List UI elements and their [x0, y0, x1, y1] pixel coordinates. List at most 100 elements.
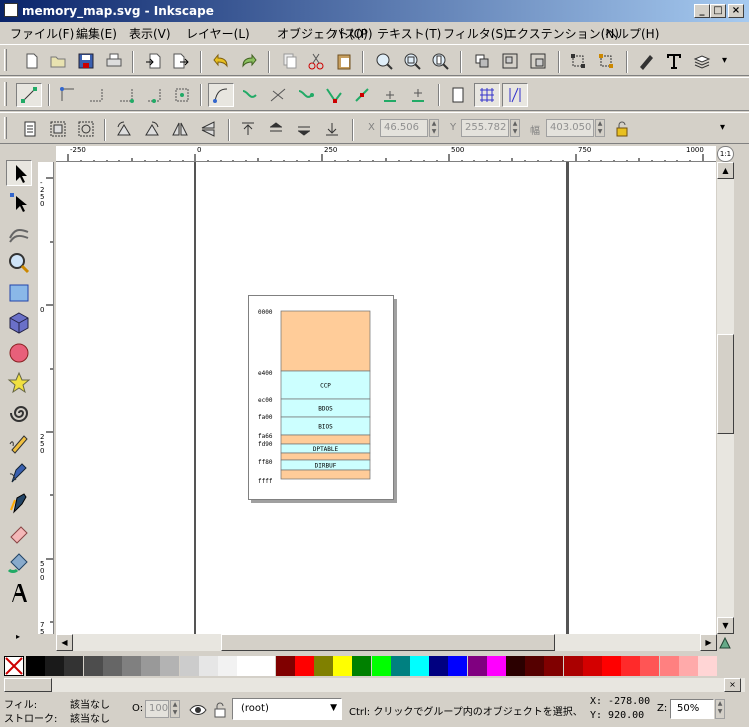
x-field[interactable]: 46.506 — [380, 119, 428, 137]
scroll-down-button[interactable]: ▼ — [717, 617, 734, 634]
zoom-page-icon[interactable] — [430, 51, 450, 71]
maximize-button[interactable]: □ — [710, 4, 726, 18]
color-swatch[interactable] — [275, 656, 295, 676]
inkscape-app-icon[interactable] — [4, 3, 18, 17]
pen-tool-icon[interactable] — [6, 460, 32, 486]
horizontal-ruler[interactable]: -250 0 250 500 750 1000 — [56, 146, 716, 162]
color-swatch[interactable] — [352, 656, 372, 676]
snap-nodes-icon[interactable] — [208, 83, 234, 107]
color-swatch[interactable] — [160, 656, 180, 676]
color-swatch[interactable] — [256, 656, 276, 676]
memory-map-drawing[interactable]: CCP BDOS BIOS DPTABLE DIRBUF 0000 e400 ec00 fa0… — [248, 295, 398, 505]
color-swatch[interactable] — [698, 656, 717, 676]
align-icon[interactable] — [568, 51, 588, 71]
tweak-tool-icon[interactable] — [6, 220, 32, 246]
flip-horizontal-icon[interactable] — [170, 119, 190, 139]
color-swatch[interactable] — [640, 656, 660, 676]
flip-vertical-icon[interactable] — [198, 119, 218, 139]
horizontal-scrollbar[interactable]: ◀ ▶ — [56, 634, 717, 651]
drawing-canvas[interactable]: CCP BDOS BIOS DPTABLE DIRBUF 0000 e400 ec00 fa0… — [56, 162, 716, 634]
export-icon[interactable] — [170, 51, 190, 71]
fill-value[interactable]: 該当なし — [70, 696, 110, 711]
chevron-down-icon[interactable]: ▼ — [330, 703, 337, 713]
raise-to-top-icon[interactable] — [238, 119, 258, 139]
zoom-correction-indicator[interactable]: 1:1 — [717, 146, 734, 162]
color-swatch[interactable] — [102, 656, 122, 676]
layers-icon[interactable] — [692, 51, 712, 71]
color-swatch[interactable] — [179, 656, 199, 676]
scroll-up-button[interactable]: ▲ — [717, 162, 734, 179]
opacity-field[interactable]: 100 — [145, 700, 169, 718]
color-swatch[interactable] — [506, 656, 525, 676]
group-icon[interactable] — [472, 51, 492, 71]
pencil-tool-icon[interactable] — [6, 430, 32, 456]
snap-guides-icon[interactable] — [502, 83, 528, 107]
color-swatch[interactable] — [83, 656, 103, 676]
color-swatch[interactable] — [64, 656, 84, 676]
color-swatch[interactable] — [371, 656, 391, 676]
import-icon[interactable] — [144, 51, 164, 71]
color-swatch[interactable] — [390, 656, 410, 676]
calligraphy-tool-icon[interactable] — [6, 490, 32, 516]
open-folder-icon[interactable] — [48, 51, 68, 71]
transform-icon[interactable] — [596, 51, 616, 71]
color-swatch[interactable] — [410, 656, 429, 676]
snap-paths-icon[interactable] — [240, 85, 260, 105]
menu-view[interactable]: 表示(V) — [129, 25, 171, 42]
layer-lock-icon[interactable] — [210, 700, 230, 720]
snap-page-border-icon[interactable] — [448, 85, 468, 105]
menu-edit[interactable]: 編集(E) — [76, 25, 117, 42]
color-swatch[interactable] — [467, 656, 487, 676]
width-field[interactable]: 403.050 — [546, 119, 594, 137]
color-swatch[interactable] — [448, 656, 468, 676]
menu-file[interactable]: ファイル(F) — [10, 25, 74, 42]
select-all-layers-icon[interactable] — [48, 119, 68, 139]
palette-scroll-thumb[interactable] — [4, 678, 52, 692]
tool-controls-overflow[interactable]: ▾ — [720, 122, 725, 133]
deselect-icon[interactable] — [76, 119, 96, 139]
snap-rotation-center-icon[interactable] — [408, 85, 428, 105]
ungroup-icon[interactable] — [500, 51, 520, 71]
color-swatch[interactable] — [45, 656, 65, 676]
palette-menu-button[interactable]: × — [724, 678, 741, 692]
color-swatch[interactable] — [563, 656, 583, 676]
paste-icon[interactable] — [334, 51, 354, 71]
toolbox-overflow[interactable]: ▸ — [16, 632, 20, 641]
snap-toggle-icon[interactable] — [16, 83, 42, 107]
scroll-left-button[interactable]: ◀ — [56, 634, 73, 651]
color-swatch[interactable] — [122, 656, 141, 676]
menu-extensions[interactable]: エクステンション(N) — [505, 25, 619, 42]
zoom-spin-arrows[interactable]: ▲ ▼ — [715, 699, 725, 719]
snap-bbox-edge-icon[interactable] — [86, 85, 106, 105]
color-swatch[interactable] — [659, 656, 679, 676]
snap-bbox-midpoint-icon[interactable] — [144, 85, 164, 105]
snap-grid-icon[interactable] — [474, 83, 500, 107]
paint-bucket-tool-icon[interactable] — [6, 550, 32, 576]
node-tool-icon[interactable] — [6, 190, 32, 216]
scroll-right-button[interactable]: ▶ — [700, 634, 717, 651]
color-swatch[interactable] — [198, 656, 218, 676]
menu-text[interactable]: テキスト(T) — [377, 25, 441, 42]
layer-visibility-eye-icon[interactable] — [188, 700, 208, 720]
opacity-spin-arrows[interactable]: ▲ ▼ — [170, 700, 180, 718]
toolbar-grip[interactable] — [4, 82, 7, 106]
rectangle-tool-icon[interactable] — [6, 280, 32, 306]
color-swatch[interactable] — [237, 656, 257, 676]
memory-block[interactable] — [280, 310, 371, 372]
memory-block[interactable] — [280, 452, 371, 461]
menu-help[interactable]: ヘルプ(H) — [605, 25, 659, 42]
rotate-cw-icon[interactable] — [142, 119, 162, 139]
snap-midpoints-icon[interactable] — [352, 85, 372, 105]
memory-block[interactable] — [280, 469, 371, 480]
width-spin-arrows[interactable]: ▲ ▼ — [595, 119, 605, 137]
raise-icon[interactable] — [266, 119, 286, 139]
snap-object-center-icon[interactable] — [380, 85, 400, 105]
color-swatch[interactable] — [218, 656, 237, 676]
snap-cusp-nodes-icon[interactable] — [324, 85, 344, 105]
lower-icon[interactable] — [294, 119, 314, 139]
snap-smooth-nodes-icon[interactable] — [296, 85, 316, 105]
lock-icon[interactable] — [612, 119, 632, 139]
vertical-ruler[interactable]: -250 0 250 500 750 — [38, 162, 54, 634]
toolbar-grip[interactable] — [4, 49, 7, 71]
3d-box-tool-icon[interactable] — [6, 310, 32, 336]
